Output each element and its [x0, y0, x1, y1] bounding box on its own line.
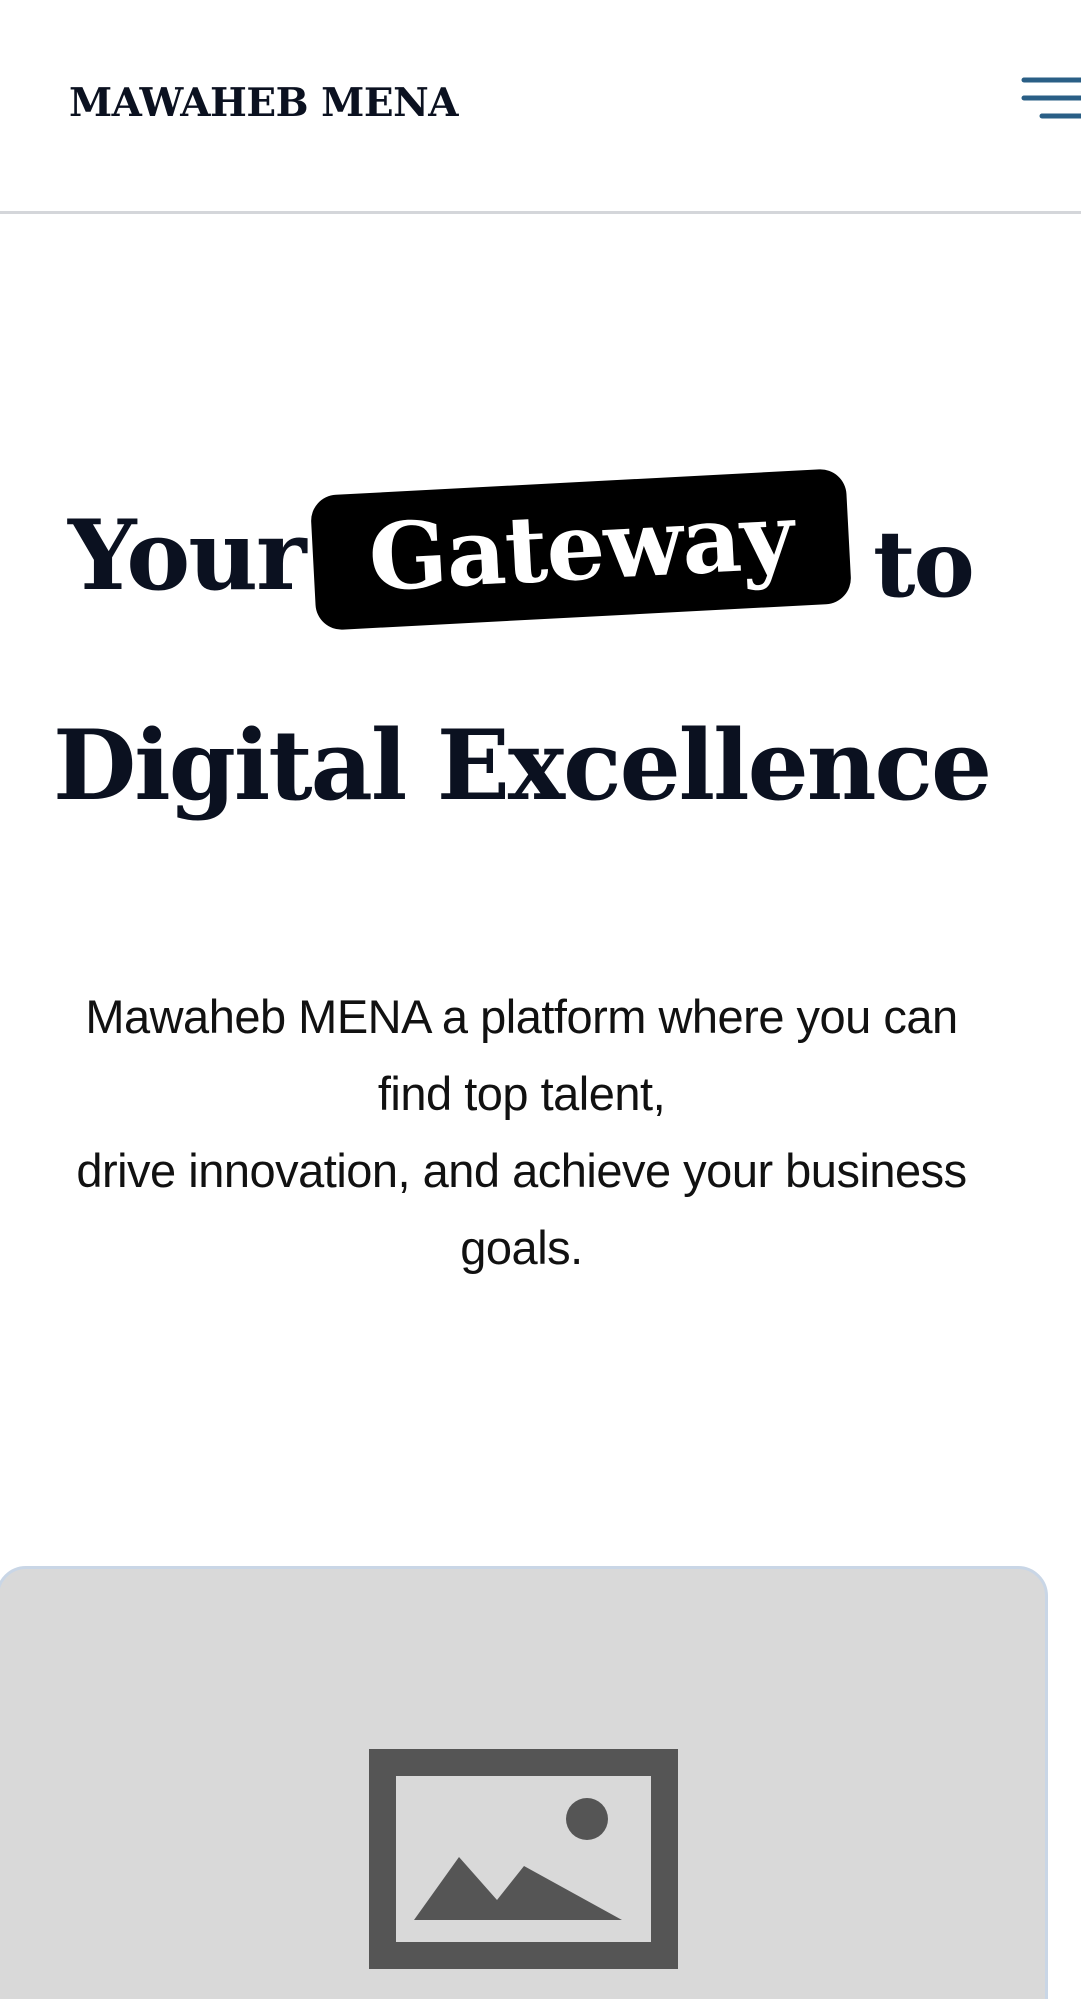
- hero-title-line-2: Digital Excellence: [52, 709, 992, 822]
- hero-description-line: goals.: [460, 1221, 583, 1274]
- hero-heading: Your Gateway to Digital Excellence: [0, 0, 1081, 900]
- hero-description-line: find top talent,: [377, 1067, 666, 1120]
- hero-description: Mawaheb MENA a platform where you can fi…: [20, 978, 1023, 1286]
- hero-highlight-text: Gateway: [366, 481, 796, 612]
- hero-title-word-your: Your: [68, 499, 307, 612]
- image-placeholder-icon: [369, 1749, 678, 1969]
- hero-description-line: drive innovation, and achieve your busin…: [76, 1144, 967, 1197]
- hero-title-word-to: to: [873, 510, 975, 618]
- hero-description-line: Mawaheb MENA a platform where you can: [85, 990, 958, 1043]
- hero-highlight-badge: Gateway: [309, 468, 853, 631]
